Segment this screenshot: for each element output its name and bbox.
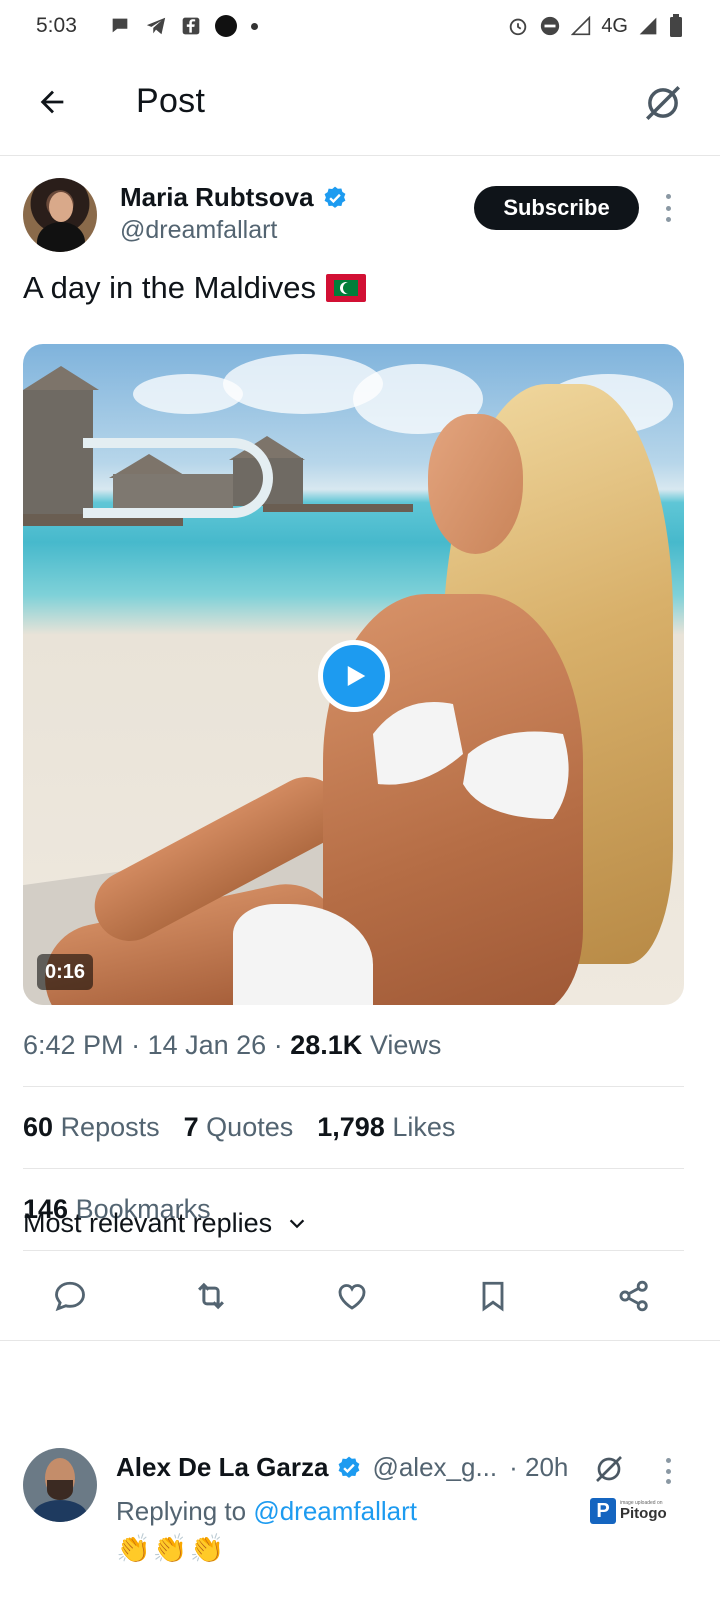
chevron-down-icon: [289, 1219, 305, 1228]
reply-body: 👏👏👏: [116, 1533, 227, 1564]
author-handle[interactable]: @dreamfallart: [120, 216, 277, 245]
notification-dot-icon: [250, 22, 258, 30]
replying-to-line: Replying to @dreamfallart: [116, 1496, 417, 1527]
section-divider: [0, 1340, 720, 1341]
post-text: A day in the Maldives: [23, 270, 316, 305]
reply-more-options-button[interactable]: [662, 1458, 674, 1484]
reposts-stat[interactable]: 60 Reposts: [23, 1112, 160, 1143]
post-video[interactable]: 0:16: [23, 344, 684, 1005]
telegram-icon: [146, 17, 166, 35]
engagement-stats-row: 60 Reposts 7 Quotes 1,798 Likes: [23, 1112, 479, 1143]
replying-to-handle-link[interactable]: @dreamfallart: [253, 1496, 417, 1526]
share-button[interactable]: [614, 1276, 654, 1316]
bookmark-icon: [482, 1281, 504, 1312]
like-button[interactable]: [332, 1276, 372, 1316]
dnd-icon: [541, 16, 560, 36]
signal-icon: [571, 16, 591, 36]
repost-button[interactable]: [191, 1276, 231, 1316]
quotes-stat[interactable]: 7 Quotes: [184, 1112, 294, 1143]
post-more-options-button[interactable]: [660, 194, 676, 222]
reposts-count: 60: [23, 1112, 54, 1142]
chat-bubble-icon: [112, 18, 128, 33]
post-text-row: A day in the Maldives: [23, 270, 366, 306]
status-time: 5:03: [36, 14, 77, 37]
views-count: 28.1K: [290, 1030, 363, 1060]
facebook-icon: [182, 17, 200, 35]
reply-author-name[interactable]: Alex De La Garza: [116, 1452, 328, 1483]
repost-icon: [198, 1282, 224, 1310]
replies-sort-toggle[interactable]: Most relevant replies: [23, 1208, 308, 1239]
network-type: 4G: [601, 14, 628, 37]
reposts-label: Reposts: [60, 1112, 160, 1142]
post-timestamp-line: 6:42 PM · 14 Jan 26 · 28.1K Views: [23, 1030, 441, 1061]
reply-time: · 20h: [509, 1452, 569, 1482]
author-name[interactable]: Maria Rubtsova: [120, 182, 314, 213]
share-icon: [619, 1280, 648, 1312]
likes-label: Likes: [392, 1112, 456, 1142]
reply-icon: [55, 1281, 85, 1312]
verified-badge-icon: [339, 1456, 360, 1478]
reply-author-avatar[interactable]: [23, 1448, 97, 1522]
divider: [23, 1168, 684, 1169]
divider: [23, 1250, 684, 1251]
quotes-count: 7: [183, 1112, 199, 1142]
top-app-bar: Post: [0, 52, 720, 156]
watermark-brand: Pitogo: [620, 1505, 667, 1522]
subscribe-button[interactable]: Subscribe: [474, 186, 639, 230]
page-title: Post: [136, 82, 206, 120]
verified-badge-icon: [324, 186, 346, 208]
author-name-row[interactable]: Maria Rubtsova: [120, 182, 348, 213]
battery-icon: [670, 14, 682, 37]
bookmark-button[interactable]: [473, 1276, 513, 1316]
quotes-label: Quotes: [206, 1112, 294, 1142]
pitogo-logo: P: [590, 1498, 616, 1524]
divider: [23, 1086, 684, 1087]
post-time: 6:42 PM: [23, 1030, 124, 1060]
status-bar: 5:03 4G: [0, 0, 720, 52]
signal-icon-2: [639, 17, 657, 35]
alarm-icon: [510, 18, 527, 36]
grok-icon: [596, 1456, 622, 1482]
status-bar-right: 4G: [507, 14, 684, 38]
video-duration-badge: 0:16: [37, 954, 94, 990]
grok-button[interactable]: [640, 80, 686, 126]
separator: ·: [131, 1030, 141, 1060]
status-bar-left: 5:03: [36, 14, 258, 38]
pitogo-watermark: P image uploaded on Pitogo: [590, 1498, 667, 1524]
maldives-flag-icon: [325, 274, 366, 302]
reply-author-handle[interactable]: @alex_g...: [372, 1452, 497, 1483]
grok-icon: [646, 86, 680, 120]
reply-button[interactable]: [50, 1276, 90, 1316]
like-icon: [338, 1284, 366, 1310]
likes-stat[interactable]: 1,798 Likes: [317, 1112, 455, 1143]
views-label: Views: [369, 1030, 442, 1060]
replying-to-prefix: Replying to: [116, 1496, 247, 1526]
post-date: 14 Jan 26: [147, 1030, 267, 1060]
post-action-bar: [0, 1260, 720, 1330]
arrow-left-icon: [40, 90, 64, 114]
play-button[interactable]: [318, 640, 390, 712]
camera-cutout: [214, 15, 237, 37]
separator: ·: [273, 1030, 283, 1060]
back-button[interactable]: [32, 82, 72, 122]
reply-grok-button[interactable]: [592, 1452, 626, 1486]
reply-header: Alex De La Garza @alex_g... · 20h: [116, 1452, 568, 1483]
likes-count: 1,798: [317, 1112, 385, 1142]
play-icon: [347, 666, 366, 686]
author-avatar[interactable]: [23, 178, 97, 252]
replies-header-label: Most relevant replies: [23, 1208, 273, 1238]
